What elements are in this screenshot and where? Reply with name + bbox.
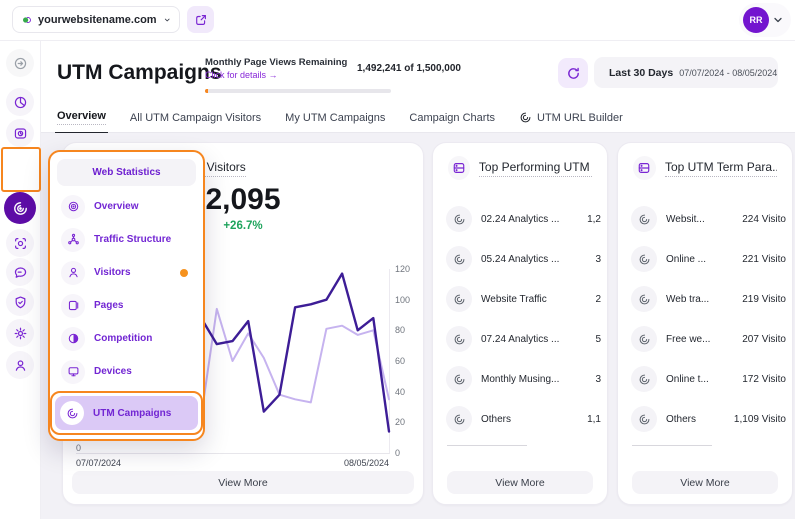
y-axis-zero-left: 0 <box>76 443 81 453</box>
refresh-icon <box>566 66 581 81</box>
external-link-icon <box>194 13 208 27</box>
card-title: Top UTM Term Para... <box>665 160 777 177</box>
view-more-button[interactable]: View More <box>447 471 593 494</box>
list-item[interactable]: Online t... 172 Visito <box>618 359 792 399</box>
term-list: Websit... 224 Visito Online ... 221 Visi… <box>618 199 792 439</box>
annotation-box-sidebar <box>1 147 41 192</box>
menu-title: Web Statistics <box>57 159 196 186</box>
menu-item-traffic-structure[interactable]: Traffic Structure <box>56 223 197 256</box>
utm-spiral-icon <box>631 326 657 352</box>
tab-all-utm-campaign-visitors[interactable]: All UTM Campaign Visitors <box>130 103 261 133</box>
menu-item-competition[interactable]: Competition <box>56 322 197 355</box>
settings-gear-icon[interactable] <box>6 319 34 347</box>
app-window: yourwebsitename.com RR <box>0 0 795 519</box>
website-favicon-icon <box>22 13 31 27</box>
collapse-icon[interactable] <box>6 49 34 77</box>
menu-item-overview[interactable]: Overview <box>56 190 197 223</box>
top-performing-utm-card: Top Performing UTM ... 02.24 Analytics .… <box>432 142 608 505</box>
scan-icon[interactable] <box>6 229 34 257</box>
list-item[interactable]: Websit... 224 Visito <box>618 199 792 239</box>
avatar: RR <box>743 7 769 33</box>
notification-dot <box>180 269 188 277</box>
utm-spiral-icon <box>631 406 657 432</box>
calendar-badge-icon[interactable] <box>6 119 34 147</box>
utm-spiral-icon <box>631 246 657 272</box>
list-item[interactable]: Others 1,109 Visito <box>618 399 792 439</box>
view-more-button[interactable]: View More <box>72 471 414 494</box>
refresh-button[interactable] <box>558 58 588 88</box>
list-item[interactable]: 05.24 Analytics ... 3 <box>433 239 607 279</box>
card-title: Top Performing UTM ... <box>479 160 592 177</box>
x-axis-start: 07/07/2024 <box>76 458 121 468</box>
website-name: yourwebsitename.com <box>38 14 157 26</box>
list-item[interactable]: Online ... 221 Visito <box>618 239 792 279</box>
chat-icon[interactable] <box>6 258 34 286</box>
top-bar: yourwebsitename.com RR <box>0 0 795 41</box>
user-icon <box>61 261 85 285</box>
view-more-button[interactable]: View More <box>632 471 778 494</box>
list-item[interactable]: Web tra... 219 Visito <box>618 279 792 319</box>
menu-item-visitors[interactable]: Visitors <box>56 256 197 289</box>
utm-spiral-icon <box>519 111 532 124</box>
quota-progress-bar <box>205 89 391 93</box>
target-icon <box>61 195 85 219</box>
pie-chart-icon[interactable] <box>6 88 34 116</box>
utm-spiral-icon <box>631 366 657 392</box>
monitor-icon <box>61 360 85 384</box>
table-icon <box>448 156 470 180</box>
list-item[interactable]: Others 1,1 <box>433 399 607 439</box>
sidebar <box>0 40 41 519</box>
table-icon <box>633 156 656 180</box>
utm-spiral-icon <box>446 326 472 352</box>
date-range-picker[interactable]: Last 30 Days 07/07/2024 - 08/05/2024 <box>594 57 778 88</box>
utm-spiral-icon <box>446 206 472 232</box>
pages-icon <box>61 294 85 318</box>
account-menu[interactable]: RR <box>739 3 791 37</box>
utm-spiral-icon <box>446 406 472 432</box>
quota-value: 1,492,241 of 1,500,000 <box>357 63 461 74</box>
divider <box>447 445 527 446</box>
tab-utm-url-builder[interactable]: UTM URL Builder <box>519 103 623 133</box>
open-website-button[interactable] <box>187 6 214 33</box>
divider <box>632 445 712 446</box>
tab-overview[interactable]: Overview <box>57 103 106 133</box>
list-item[interactable]: Free we... 207 Visito <box>618 319 792 359</box>
shield-check-icon[interactable] <box>6 288 34 316</box>
chevron-down-icon <box>773 15 783 25</box>
account-icon[interactable] <box>6 351 34 379</box>
x-axis-end: 08/05/2024 <box>344 458 389 468</box>
y-axis-ticks: 120100806040200 <box>395 264 410 458</box>
list-item[interactable]: Website Traffic 2 <box>433 279 607 319</box>
annotation-box-menu-item: UTM Campaigns <box>50 391 203 435</box>
campaign-list: 02.24 Analytics ... 1,2 05.24 Analytics … <box>433 199 607 439</box>
network-icon <box>61 228 85 252</box>
utm-spiral-icon <box>631 286 657 312</box>
tab-my-utm-campaigns[interactable]: My UTM Campaigns <box>285 103 385 133</box>
utm-spiral-icon <box>446 366 472 392</box>
website-selector[interactable]: yourwebsitename.com <box>12 6 180 33</box>
chevron-down-icon <box>164 15 170 25</box>
date-range-label: Last 30 Days <box>609 67 673 79</box>
tab-bar: Overview All UTM Campaign Visitors My UT… <box>40 103 795 133</box>
page-title: UTM Campaigns <box>57 61 222 85</box>
x-axis-labels: 07/07/2024 08/05/2024 <box>76 458 389 468</box>
utm-spiral-icon <box>446 246 472 272</box>
half-circle-icon <box>61 327 85 351</box>
list-item[interactable]: Monthly Musing... 3 <box>433 359 607 399</box>
menu-item-pages[interactable]: Pages <box>56 289 197 322</box>
menu-item-utm-campaigns[interactable]: UTM Campaigns <box>55 396 198 430</box>
quota-progress-used <box>205 89 208 93</box>
menu-item-devices[interactable]: Devices <box>56 355 197 388</box>
utm-spiral-icon <box>631 206 657 232</box>
utm-spiral-icon <box>446 286 472 312</box>
web-statistics-menu: Web Statistics Overview Traffic Structur… <box>48 150 205 441</box>
top-utm-term-card: Top UTM Term Para... Websit... 224 Visit… <box>617 142 793 505</box>
tab-campaign-charts[interactable]: Campaign Charts <box>409 103 495 133</box>
utm-campaigns-icon[interactable] <box>4 192 36 224</box>
date-range-value: 07/07/2024 - 08/05/2024 <box>679 68 777 78</box>
list-item[interactable]: 02.24 Analytics ... 1,2 <box>433 199 607 239</box>
utm-spiral-icon <box>60 401 84 425</box>
list-item[interactable]: 07.24 Analytics ... 5 <box>433 319 607 359</box>
